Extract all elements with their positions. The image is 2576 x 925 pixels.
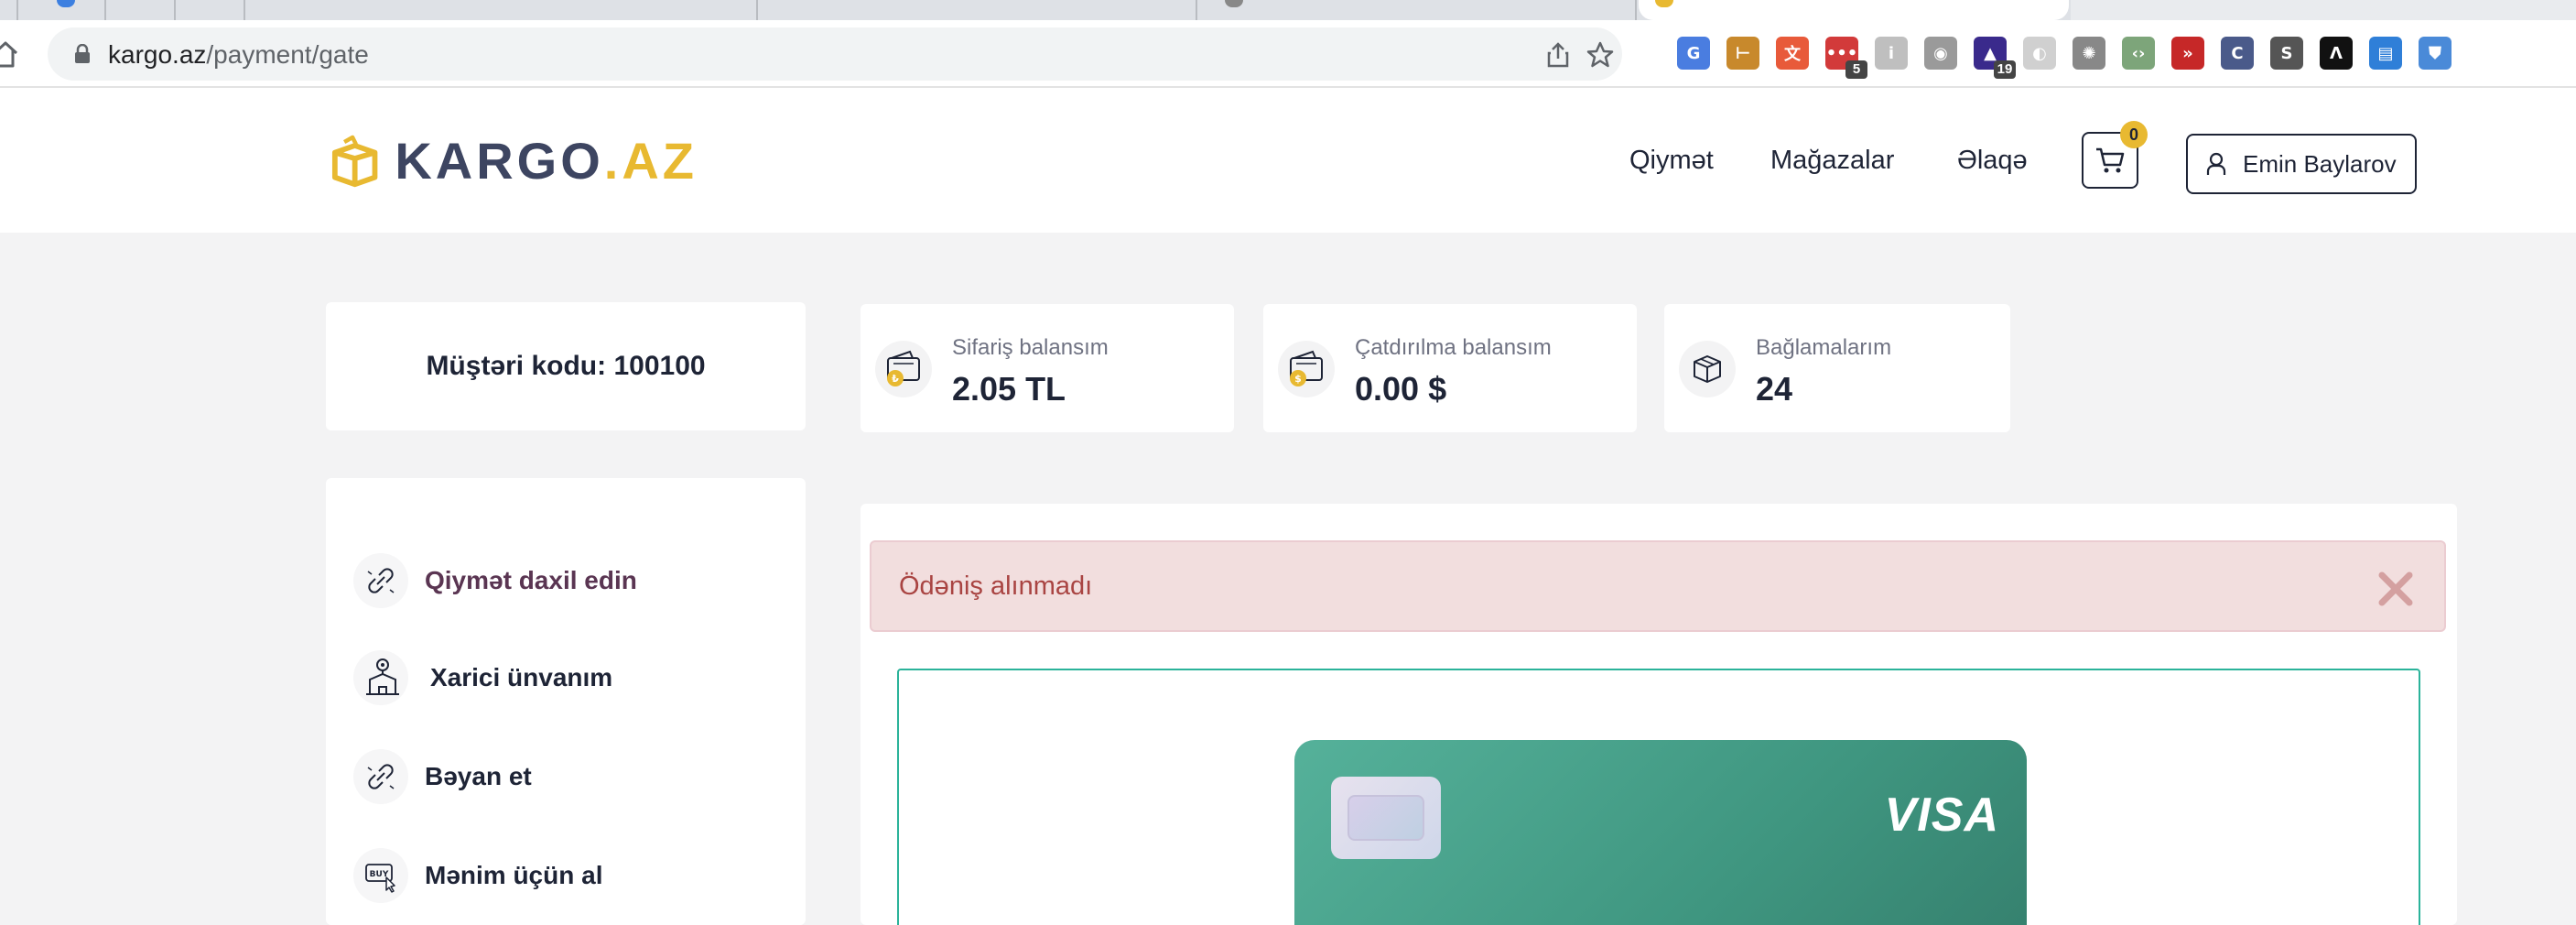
browser-tab[interactable] bbox=[18, 0, 106, 20]
nav-link-stores[interactable]: Mağazalar bbox=[1770, 145, 1894, 176]
user-icon bbox=[2206, 152, 2226, 175]
site-header: KARGO.AZ Qiymət Mağazalar Əlaqə 0 Emin B… bbox=[0, 88, 2576, 233]
circle-ext-icon[interactable]: ◐ bbox=[2023, 37, 2056, 70]
home-icon[interactable] bbox=[0, 38, 20, 70]
payment-error-alert: Ödəniş alınmadı bbox=[870, 540, 2446, 632]
delivery-balance-label: Çatdırılma balansım bbox=[1355, 335, 1552, 360]
nav-link-price[interactable]: Qiymət bbox=[1629, 145, 1714, 176]
visa-logo: VISA bbox=[1884, 789, 1999, 842]
credit-card-preview: VISA bbox=[1294, 740, 2027, 925]
url-path: /payment/gate bbox=[206, 40, 369, 69]
c-ext-icon[interactable]: C bbox=[2221, 37, 2254, 70]
parcels-card[interactable]: Bağlamalarım 24 bbox=[1664, 304, 2010, 432]
order-balance-card[interactable]: ₺ Sifariş balansım 2.05 TL bbox=[860, 304, 1234, 432]
payment-card-box: VISA bbox=[897, 669, 2420, 925]
browser-tab[interactable] bbox=[758, 0, 1197, 20]
card-chip-icon bbox=[1331, 777, 1441, 859]
browser-tab-active[interactable] bbox=[1639, 0, 2069, 20]
wallet-dollar-icon: $ bbox=[1278, 341, 1335, 397]
link-icon bbox=[353, 553, 408, 608]
camera-icon[interactable]: ◉ bbox=[1924, 37, 1957, 70]
fast-forward-ext-icon[interactable]: » bbox=[2171, 37, 2204, 70]
sidebar-menu: Qiymət daxil edin Xarici ünvanım Bəyan e… bbox=[326, 478, 806, 925]
kargo-logo[interactable]: KARGO.AZ bbox=[331, 121, 698, 200]
sidebar-item-declare[interactable]: Bəyan et bbox=[353, 747, 774, 806]
sidebar-item-label: Bəyan et bbox=[425, 762, 532, 790]
link-icon bbox=[353, 749, 408, 804]
close-icon[interactable] bbox=[2376, 570, 2415, 608]
browser-toolbar: kargo.az/payment/gate G ⊢ 文 ••• 5 i ◉ ▲ 19 ◐ ✺ ‹› » C… bbox=[0, 20, 2576, 88]
parcels-value: 24 bbox=[1756, 370, 1793, 408]
delivery-balance-card[interactable]: $ Çatdırılma balansım 0.00 $ bbox=[1263, 304, 1637, 432]
address-bar[interactable]: kargo.az/payment/gate bbox=[48, 27, 1622, 81]
share-icon[interactable] bbox=[1543, 40, 1573, 70]
logo-tld: .AZ bbox=[603, 131, 698, 190]
customer-code-value: 100100 bbox=[613, 351, 706, 381]
shield-ext-icon[interactable]: ⛊ bbox=[2419, 37, 2452, 70]
graduation-cap-icon[interactable]: ▲ 19 bbox=[1974, 37, 2016, 79]
browser-tab[interactable] bbox=[0, 0, 18, 20]
order-balance-value: 2.05 TL bbox=[952, 370, 1066, 408]
extension-badge: 5 bbox=[1845, 60, 1867, 79]
svg-text:₺: ₺ bbox=[892, 373, 899, 385]
alert-message: Ödəniş alınmadı bbox=[899, 571, 1093, 601]
tab-favicon-icon bbox=[1655, 0, 1673, 7]
info-ext-icon[interactable]: i bbox=[1875, 37, 1908, 70]
user-name: Emin Baylarov bbox=[2243, 149, 2397, 178]
s-ext-icon[interactable]: S bbox=[2270, 37, 2303, 70]
outlook-ext-icon[interactable]: ▤ bbox=[2369, 37, 2402, 70]
logo-text: KARGO.AZ bbox=[395, 131, 698, 190]
location-building-icon bbox=[353, 650, 408, 705]
extension-badge: 19 bbox=[1994, 60, 2016, 79]
google-translate-icon[interactable]: G bbox=[1677, 37, 1710, 70]
sidebar-item-buy-for-me[interactable]: BUY Mənim üçün al bbox=[353, 846, 774, 905]
todo-ext-icon[interactable]: ••• 5 bbox=[1825, 37, 1867, 79]
code-ext-icon[interactable]: ‹› bbox=[2122, 37, 2155, 70]
sidebar-item-label: Xarici ünvanım bbox=[430, 663, 613, 691]
settings-ext-icon[interactable]: ✺ bbox=[2073, 37, 2105, 70]
browser-tab[interactable] bbox=[2071, 0, 2576, 20]
sidebar-item-label: Qiymət daxil edin bbox=[425, 566, 637, 594]
customer-code-card: Müştəri kodu: 100100 bbox=[326, 302, 806, 430]
parcels-label: Bağlamalarım bbox=[1756, 335, 1892, 360]
nav-link-contact[interactable]: Əlaqə bbox=[1957, 145, 2028, 176]
delivery-balance-value: 0.00 $ bbox=[1355, 370, 1447, 408]
language-ext-icon[interactable]: 文 bbox=[1776, 37, 1809, 70]
browser-tab[interactable] bbox=[176, 0, 245, 20]
cart-icon bbox=[2096, 147, 2125, 173]
cart-count-badge: 0 bbox=[2120, 121, 2148, 148]
bookmark-star-icon[interactable] bbox=[1586, 40, 1615, 70]
triangle-ext-icon[interactable]: Λ bbox=[2320, 37, 2353, 70]
wallet-icon: ₺ bbox=[875, 341, 932, 397]
sidebar-item-enter-price[interactable]: Qiymət daxil edin bbox=[353, 551, 774, 610]
buy-click-icon: BUY bbox=[353, 848, 408, 903]
payment-panel: Ödəniş alınmadı VISA bbox=[860, 504, 2457, 925]
lock-icon[interactable] bbox=[73, 44, 92, 64]
svg-text:$: $ bbox=[1294, 373, 1302, 385]
browser-tab[interactable] bbox=[245, 0, 758, 20]
logo-main: KARGO bbox=[395, 131, 604, 190]
ruler-icon[interactable]: ⊢ bbox=[1726, 37, 1759, 70]
box-logo-icon bbox=[331, 135, 378, 188]
order-balance-label: Sifariş balansım bbox=[952, 335, 1109, 360]
browser-tab[interactable] bbox=[106, 0, 176, 20]
url-domain: kargo.az bbox=[108, 40, 207, 69]
sidebar-item-label: Mənim üçün al bbox=[425, 861, 603, 889]
user-account-button[interactable]: Emin Baylarov bbox=[2186, 134, 2417, 194]
package-icon bbox=[1679, 341, 1736, 397]
sidebar-item-foreign-address[interactable]: Xarici ünvanım bbox=[353, 648, 774, 707]
url-text[interactable]: kargo.az/payment/gate bbox=[108, 41, 369, 69]
browser-tab-strip bbox=[0, 0, 2576, 20]
browser-tab[interactable] bbox=[1197, 0, 1637, 20]
customer-code-label: Müştəri kodu: bbox=[426, 351, 607, 381]
